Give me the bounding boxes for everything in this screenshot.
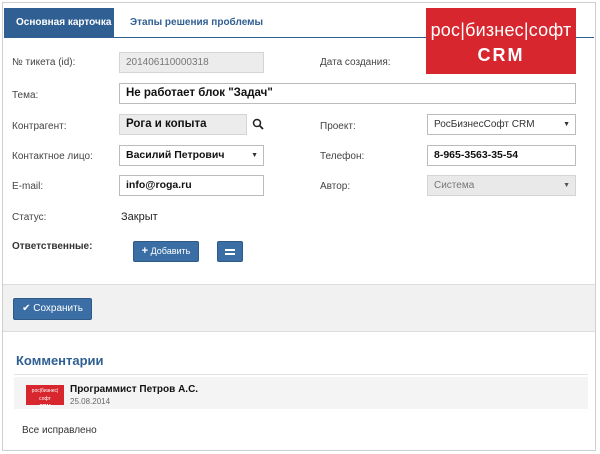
subject-input[interactable]: Не работает блок "Задач" — [119, 83, 576, 104]
status-value: Закрыт — [121, 211, 158, 223]
email-input[interactable]: info@roga.ru — [119, 175, 264, 196]
save-button[interactable]: ✔ Сохранить — [13, 298, 92, 320]
responsible-label: Ответственные: — [12, 241, 93, 252]
created-date-label: Дата создания: — [320, 57, 391, 68]
tab-main-card[interactable]: Основная карточка — [4, 8, 114, 38]
ticket-id-label: № тикета (id): — [12, 57, 76, 68]
ticket-id-field: 201406110000318 — [119, 52, 264, 73]
counterparty-label: Контрагент: — [12, 121, 67, 132]
phone-input[interactable]: 8-965-3563-35-54 — [427, 145, 576, 166]
comment-author: Программист Петров А.С. — [70, 384, 199, 395]
comment-date: 25.08.2014 — [70, 397, 111, 406]
check-icon: ✔ — [22, 303, 31, 314]
list-icon — [225, 249, 235, 255]
comments-heading: Комментарии — [16, 353, 104, 368]
contact-label: Контактное лицо: — [12, 151, 93, 162]
project-select[interactable]: РосБизнесСофт CRM — [427, 114, 576, 135]
phone-label: Телефон: — [320, 151, 365, 162]
search-icon[interactable] — [252, 118, 264, 130]
tab-resolution-stages[interactable]: Этапы решения проблемы — [118, 8, 275, 38]
comment-avatar-logo: рос|бизнес|софт CRM — [26, 385, 64, 410]
comment-text: Все исправлено — [22, 425, 97, 436]
project-label: Проект: — [320, 121, 356, 132]
plus-icon: + — [141, 245, 149, 257]
list-toggle-button[interactable] — [217, 241, 243, 262]
comments-divider — [14, 374, 588, 375]
email-label: E-mail: — [12, 181, 44, 192]
status-label: Статус: — [12, 212, 47, 223]
author-label: Автор: — [320, 181, 351, 192]
add-responsible-button[interactable]: + Добавить — [133, 241, 199, 262]
author-select: Система — [427, 175, 576, 196]
contact-select[interactable]: Василий Петрович — [119, 145, 264, 166]
counterparty-field[interactable]: Рога и копыта — [119, 114, 247, 135]
subject-label: Тема: — [12, 90, 39, 101]
brand-logo: рос|бизнес|софт CRM — [426, 8, 576, 74]
